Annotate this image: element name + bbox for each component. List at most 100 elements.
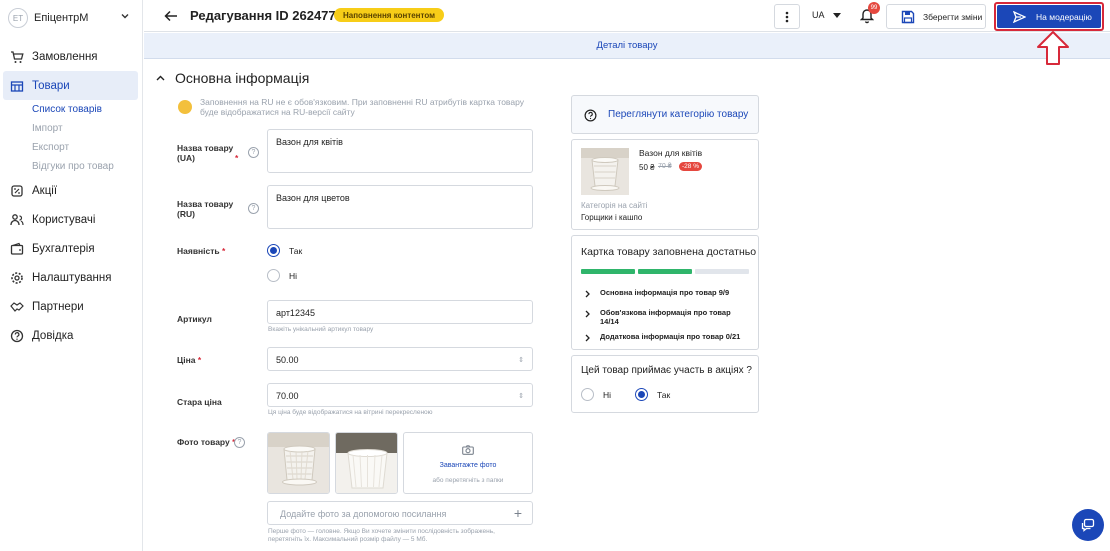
name-ru-input[interactable]: Вазон для цветов [267, 185, 533, 229]
stepper-icon[interactable]: ⇕ [518, 356, 524, 364]
brand-avatar: ЕТ [8, 8, 28, 28]
progress-segment-fill [638, 269, 692, 274]
nav-item-partners[interactable]: Партнери [0, 292, 143, 321]
product-photo-1[interactable] [267, 432, 330, 494]
availability-label-text: Наявність [177, 246, 220, 256]
help-circle-icon [10, 329, 24, 342]
photo-upload-dropzone[interactable]: Завантажте фото або перетягніть з папки [403, 432, 533, 494]
nav-label: Бухгалтерія [32, 242, 95, 255]
cart-icon [11, 50, 24, 63]
discount-badge: -28 % [679, 162, 702, 171]
photo-url-input[interactable]: Додайте фото за допомогою посилання + [267, 501, 533, 525]
main-nav: Замовлення Товари Список товарів Імпорт … [0, 42, 143, 350]
help-icon[interactable]: ? [234, 437, 245, 448]
name-ua-label-text: Назва товару (UA) [177, 143, 234, 163]
ru-hint-text: Заповнення на RU не є обов'язковим. При … [200, 97, 524, 117]
nav-sub-product-list[interactable]: Список товарів [0, 100, 143, 119]
completeness-section[interactable]: Обов'язкова інформація про товар 14/14 [581, 308, 751, 332]
wallet-icon [10, 242, 24, 255]
name-ua-input[interactable]: Вазон для квітів [267, 129, 533, 173]
more-menu-button[interactable] [774, 4, 800, 29]
nav-item-orders[interactable]: Замовлення [0, 42, 143, 71]
completeness-section-label: Обов'язкова інформація про товар 14/14 [600, 308, 731, 326]
chevron-right-icon [585, 310, 590, 318]
language-select[interactable]: UA [812, 10, 841, 20]
nav-item-products[interactable]: Товари [3, 71, 138, 100]
chevron-right-icon [585, 334, 590, 342]
nav-label: Партнери [32, 300, 84, 313]
camera-icon [462, 445, 474, 455]
sku-help: Вкажіть унікальний артикул товару [268, 326, 374, 333]
completeness-title: Картка товару заповнена достатньо [581, 246, 757, 258]
promo-yes-radio[interactable] [635, 388, 648, 401]
old-price-input[interactable]: 70.00 ⇕ [267, 383, 533, 407]
name-ru-label: Назва товару (RU) [177, 199, 235, 219]
help-icon[interactable]: ? [248, 203, 259, 214]
nav-item-settings[interactable]: Налаштування [0, 263, 143, 292]
notification-count: 99 [868, 2, 880, 14]
preview-old-price: 70 ₴ [658, 163, 672, 170]
view-category-link[interactable]: Переглянути категорію товару [608, 109, 748, 120]
old-price-label: Стара ціна [177, 397, 222, 407]
nav-item-help[interactable]: Довідка [0, 321, 143, 350]
chat-button[interactable] [1072, 509, 1104, 541]
progress-segment [581, 269, 635, 274]
section-header[interactable]: Основна інформація [156, 70, 309, 86]
help-icon[interactable]: ? [248, 147, 259, 158]
price-input[interactable]: 50.00 ⇕ [267, 347, 533, 371]
nav-sub-export[interactable]: Експорт [0, 138, 143, 157]
chevron-up-icon[interactable] [156, 75, 165, 81]
nav-item-users[interactable]: Користувачі [0, 205, 143, 234]
users-icon [10, 213, 24, 225]
upload-photo-link[interactable]: Завантажте фото [404, 462, 532, 469]
required-mark: * [197, 355, 202, 365]
category-caption: Категорія на сайті [581, 201, 648, 210]
handshake-icon [10, 301, 24, 312]
category-value: Горщики і кашпо [581, 213, 643, 222]
sku-input[interactable]: арт12345 [267, 300, 533, 324]
brand-switcher[interactable]: ЕТ ЕпіцентрМ [0, 0, 142, 36]
completeness-section[interactable]: Додаткова інформація про товар 0/21 [581, 332, 751, 352]
view-category-card[interactable]: Переглянути категорію товару [571, 95, 759, 134]
nav-sub-import[interactable]: Імпорт [0, 119, 143, 138]
help-circle-icon [584, 109, 597, 122]
photo-url-placeholder: Додайте фото за допомогою посилання [280, 509, 447, 519]
availability-no-label: Ні [289, 271, 298, 281]
section-title: Основна інформація [175, 70, 310, 86]
promo-yes-label: Так [657, 390, 671, 400]
plus-icon[interactable]: + [514, 505, 522, 521]
vase-photo-image [336, 433, 397, 493]
moderation-button-label: На модерацію [1036, 11, 1092, 22]
floppy-icon [901, 10, 915, 23]
send-icon [1013, 10, 1026, 23]
progress-segment [695, 269, 749, 274]
nav-sub-reviews[interactable]: Відгуки про товар [0, 157, 143, 176]
promo-card: Цей товар приймає участь в акціях ? Ні Т… [571, 355, 759, 413]
page-title: Редагування ID 26247760 [190, 8, 351, 23]
nav-label: Замовлення [32, 50, 98, 63]
top-header: Редагування ID 26247760 Наповнення конте… [144, 0, 1110, 32]
save-button[interactable]: Зберегти зміни [886, 4, 986, 29]
store-icon [10, 80, 24, 92]
thinking-emoji-icon [178, 100, 192, 114]
availability-no-radio[interactable] [267, 269, 280, 282]
chevron-down-icon[interactable] [120, 11, 130, 21]
nav-item-promos[interactable]: Акції [0, 176, 143, 205]
availability-label: Наявність * [177, 246, 225, 256]
nav-item-accounting[interactable]: Бухгалтерія [0, 234, 143, 263]
product-photo-2[interactable] [335, 432, 398, 494]
product-preview-card: Вазон для квітів 50 ₴ 70 ₴ -28 % Категор… [571, 139, 759, 230]
availability-yes-radio[interactable] [267, 244, 280, 257]
progress-segment-fill [581, 269, 635, 274]
product-details-tab[interactable]: Деталі товару [144, 40, 1110, 51]
completeness-section[interactable]: Основна інформація про товар 9/9 [581, 288, 751, 308]
promo-no-radio[interactable] [581, 388, 594, 401]
required-mark: * [222, 246, 226, 256]
kebab-icon [785, 11, 789, 22]
availability-yes-label: Так [289, 246, 303, 256]
preview-price: 50 ₴ [639, 163, 655, 172]
arrow-left-icon[interactable] [164, 9, 178, 23]
send-to-moderation-button[interactable]: На модерацію [994, 2, 1104, 31]
stepper-icon[interactable]: ⇕ [518, 392, 524, 400]
completeness-sections: Основна інформація про товар 9/9 Обов'яз… [581, 288, 751, 352]
